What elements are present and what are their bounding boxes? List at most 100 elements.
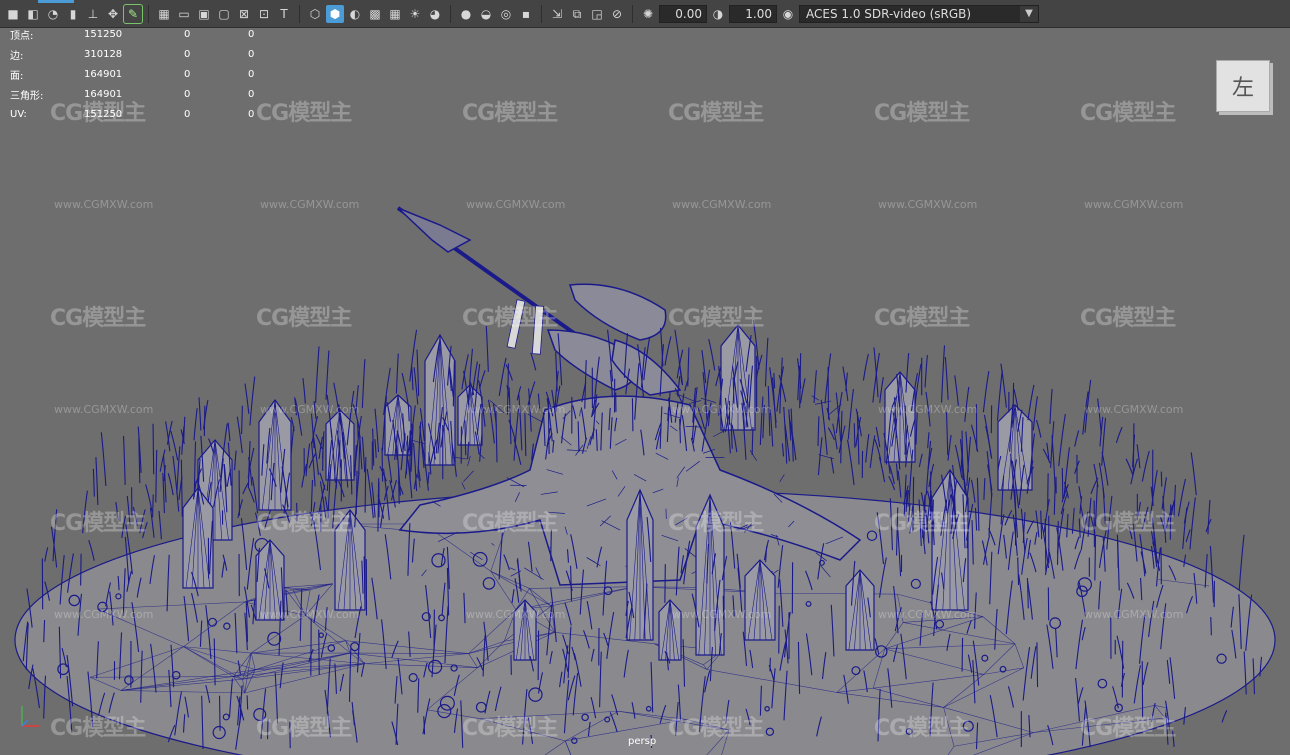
watermark-url: www.CGMXW.com <box>1084 403 1184 416</box>
grass-blade <box>1177 478 1186 517</box>
grass-blade <box>479 370 486 389</box>
grass-blade <box>915 412 918 445</box>
grass-blade <box>781 443 785 457</box>
watermark-logo: CG模型主 <box>462 306 558 331</box>
hud-value: 0 <box>184 48 191 60</box>
watermark-url: www.CGMXW.com <box>54 198 154 211</box>
watermark-url: www.CGMXW.com <box>672 608 772 621</box>
watermark-url: www.CGMXW.com <box>466 198 566 211</box>
watermark-logo: CG模型主 <box>874 511 970 536</box>
grass-blade <box>242 481 250 495</box>
grass-blade <box>817 437 823 476</box>
grass-blade <box>88 540 95 561</box>
grass-blade <box>1190 452 1197 496</box>
grass-blade <box>1044 518 1047 573</box>
grass-blade <box>411 366 414 391</box>
grass-blade <box>387 454 393 483</box>
grass-blade <box>530 352 537 371</box>
grass-blade <box>987 464 993 491</box>
grass-blade <box>374 439 377 458</box>
grass-blade <box>965 431 969 473</box>
grass-blade <box>1012 382 1015 428</box>
watermark-logo: CG模型主 <box>874 716 970 741</box>
grass-blade <box>122 435 126 485</box>
grass-blade <box>983 414 992 457</box>
grass-blade <box>1032 396 1038 431</box>
grass-blade <box>193 408 198 441</box>
view-cube[interactable]: 左 <box>1216 60 1270 112</box>
watermark-logo: CG模型主 <box>50 716 146 741</box>
grass-blade <box>416 349 420 396</box>
watermark-logo: CG模型主 <box>256 716 352 741</box>
watermark-url: www.CGMXW.com <box>878 403 978 416</box>
grass-blade <box>996 370 1003 421</box>
grass-blade <box>842 366 849 402</box>
grass-blade <box>524 413 527 457</box>
grass-blade <box>1125 458 1134 476</box>
grass-blade <box>155 449 158 503</box>
grass-blade <box>708 338 716 371</box>
grass-blade <box>755 354 763 378</box>
grass-blade <box>363 556 366 601</box>
grass-blade <box>1183 501 1190 524</box>
grass-blade <box>505 364 513 381</box>
grass-blade <box>954 444 963 478</box>
axe-blade <box>568 283 667 341</box>
grass-blade <box>865 434 870 463</box>
grass-blade <box>237 499 244 519</box>
watermark-logo: CG模型主 <box>256 306 352 331</box>
grass-blade <box>1185 529 1191 543</box>
watermark-logo: CG模型主 <box>1080 101 1176 126</box>
grass-blade <box>247 486 255 503</box>
grass-blade <box>983 477 986 500</box>
watermark-url: www.CGMXW.com <box>1084 608 1184 621</box>
grass-blade <box>1189 497 1196 550</box>
grass-blade <box>664 336 672 366</box>
watermark-url: www.CGMXW.com <box>260 403 360 416</box>
grass-blade <box>1141 450 1150 482</box>
grass-blade <box>198 397 202 431</box>
watermark-logo: CG模型主 <box>256 101 352 126</box>
grass-blade <box>1094 535 1097 581</box>
grass-blade <box>92 468 95 497</box>
grass-blade <box>249 376 256 426</box>
grass-blade <box>427 471 430 485</box>
grass-blade <box>305 443 311 477</box>
grass-blade <box>167 473 174 496</box>
grass-blade <box>1000 363 1007 408</box>
grass-blade <box>1074 430 1080 447</box>
hud-value: 0 <box>248 28 255 40</box>
grass-blade <box>302 378 306 404</box>
camera-name-label: persp <box>628 736 657 747</box>
watermark-url: www.CGMXW.com <box>466 403 566 416</box>
watermark-logo: CG模型主 <box>668 716 764 741</box>
grass-blade <box>377 478 380 532</box>
grass-blade <box>1101 452 1109 486</box>
stump-edge <box>701 397 717 403</box>
grass-blade <box>970 479 976 503</box>
spear-head <box>397 207 472 253</box>
grass-blade <box>924 354 928 388</box>
grass-blade <box>95 457 99 505</box>
grass-blade <box>751 427 754 456</box>
grass-blade <box>853 423 856 448</box>
grass-blade <box>879 377 884 403</box>
watermark-url: www.CGMXW.com <box>54 608 154 621</box>
grass-blade <box>1238 534 1245 591</box>
hud-value: 0 <box>184 28 191 40</box>
watermark-logo: CG模型主 <box>50 511 146 536</box>
hud-value: 164901 <box>84 68 123 80</box>
grass-blade <box>954 375 959 406</box>
watermark-url: www.CGMXW.com <box>466 608 566 621</box>
grass-blade <box>869 435 876 469</box>
watermark-url: www.CGMXW.com <box>260 608 360 621</box>
grass-blade <box>927 432 930 449</box>
grass-blade <box>1207 499 1211 535</box>
hud-row: 顶点: 151250 0 0 <box>10 24 288 44</box>
grass-blade <box>1051 435 1056 490</box>
watermark-url: www.CGMXW.com <box>672 198 772 211</box>
grass-blade <box>897 470 902 498</box>
grass-blade <box>218 695 221 731</box>
watermark-logo: CG模型主 <box>50 306 146 331</box>
grass-blade <box>1210 617 1212 636</box>
